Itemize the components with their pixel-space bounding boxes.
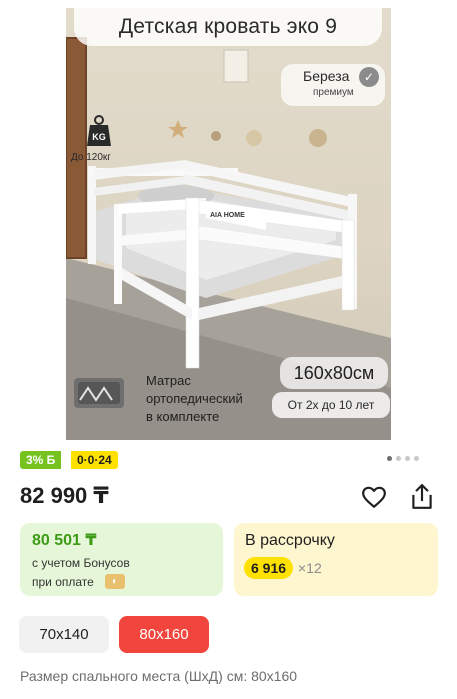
product-image[interactable]: AIA HOME Детская кровать эко 9 Береза пр… — [66, 8, 391, 440]
payment-method-icon: ◐ — [105, 574, 125, 589]
gallery-pagination — [387, 456, 419, 461]
heart-icon — [362, 486, 386, 508]
installment-badge: 0·0·24 — [71, 451, 118, 469]
gallery-dot[interactable] — [405, 456, 410, 461]
product-price: 82 990 ₸ — [20, 483, 109, 508]
check-icon: ✓ — [359, 67, 379, 87]
bonus-price-card[interactable]: 80 501 ₸ с учетом Бонусов при оплате ◐ — [20, 523, 223, 596]
age-range-label: От 2х до 10 лет — [272, 392, 390, 418]
bed-size-label: 160х80см — [280, 357, 388, 389]
weight-icon-text: KG — [92, 132, 106, 142]
mattress-note: Матрас ортопедический в комплекте — [146, 373, 243, 424]
bonus-percent-badge: 3% Б — [20, 451, 62, 469]
gallery-dot[interactable] — [387, 456, 392, 461]
sleeping-area-spec: Размер спального места (ШхД) см: 80х160 — [20, 668, 298, 684]
bonus-note: с учетом Бонусов — [32, 556, 130, 570]
installment-card[interactable]: В рассрочку 6 916 ×12 — [234, 523, 438, 596]
weight-limit-label: До 120кг — [71, 152, 111, 163]
gallery-dot[interactable] — [414, 456, 419, 461]
installment-months: ×12 — [298, 560, 322, 576]
installment-amount: 6 916 — [244, 557, 294, 579]
wood-badge-title: Береза — [303, 68, 350, 84]
image-title: Детская кровать эко 9 — [74, 8, 382, 46]
headboard-brand: AIA HOME — [210, 212, 245, 219]
weight-icon: KG — [86, 115, 112, 147]
gallery-dot[interactable] — [396, 456, 401, 461]
bonus-note-payment: при оплате — [32, 575, 94, 589]
share-button[interactable] — [409, 483, 435, 511]
size-option[interactable]: 70х140 — [19, 616, 109, 653]
wood-badge-subtitle: премиум — [313, 87, 354, 98]
installment-title: В рассрочку — [245, 532, 335, 549]
favorite-button[interactable] — [361, 484, 387, 510]
bonus-price: 80 501 ₸ — [32, 532, 97, 549]
share-icon — [412, 484, 432, 509]
size-option-selected[interactable]: 80х160 — [119, 616, 209, 653]
